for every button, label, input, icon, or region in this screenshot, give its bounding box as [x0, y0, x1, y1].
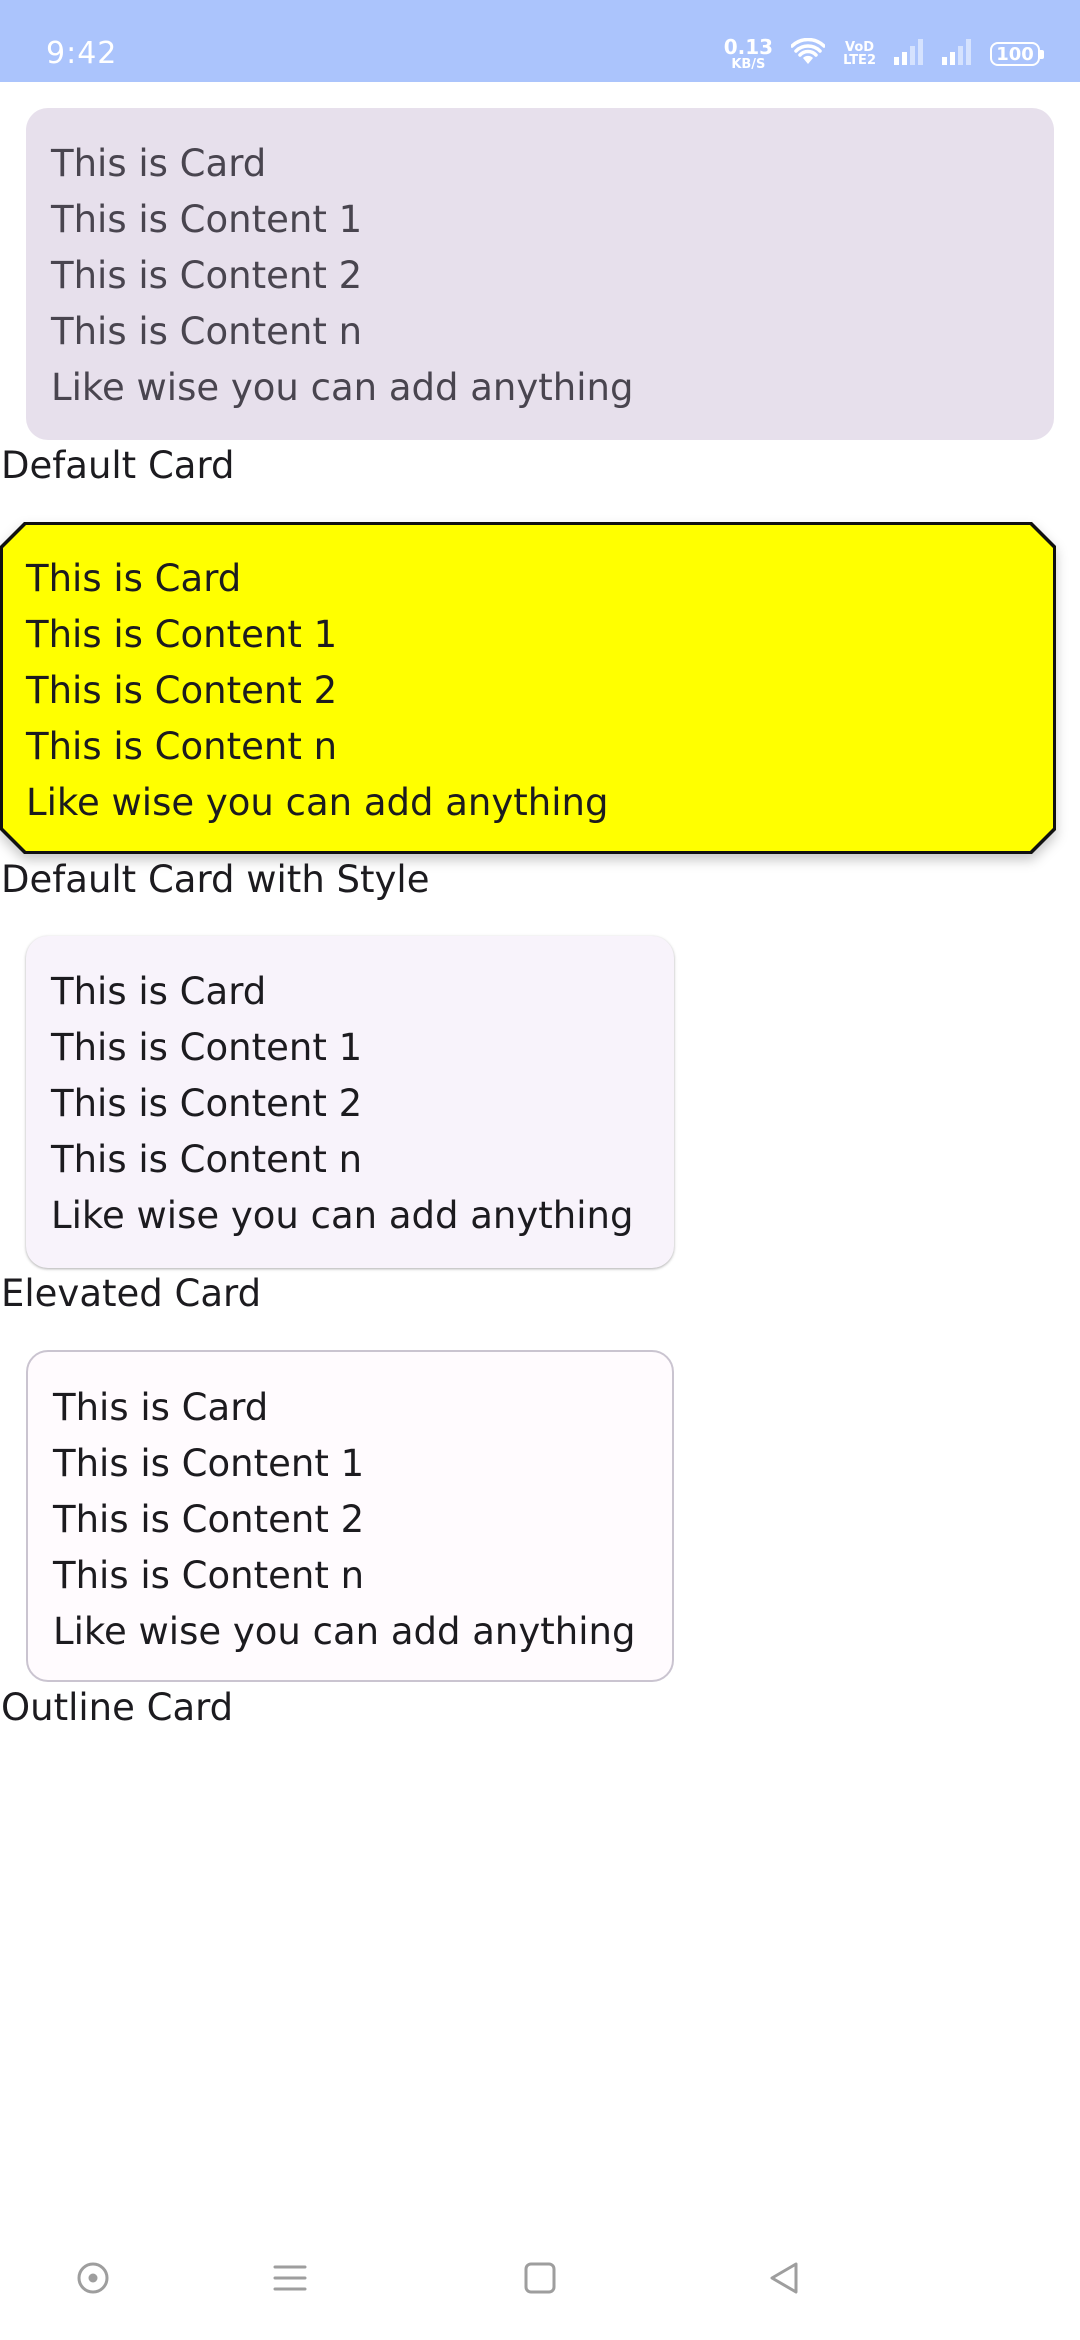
card-line: This is Content n [53, 1554, 365, 1597]
card-line: This is Content n [51, 1138, 363, 1181]
battery-icon: 100 [990, 42, 1044, 66]
card-line: This is Content 1 [51, 198, 363, 241]
card-line: This is Card [26, 557, 242, 600]
signal-icon-sim2 [942, 39, 972, 69]
back-icon[interactable] [766, 2260, 802, 2300]
elevated-card-caption: Elevated Card [1, 1272, 262, 1315]
network-speed-value: 0.13 [723, 35, 774, 59]
volte-icon: VoD LTE2 [843, 41, 876, 67]
volte-bottom-label: LTE2 [843, 53, 876, 68]
card-line: This is Content 2 [51, 1082, 363, 1125]
card-line: This is Content 2 [53, 1498, 365, 1541]
card-line: This is Content 2 [51, 254, 363, 297]
card-line: This is Content 1 [26, 613, 338, 656]
card-line: This is Card [53, 1386, 269, 1429]
wifi-icon [790, 37, 826, 70]
card-line: Like wise you can add anything [53, 1610, 636, 1653]
default-card: This is Card This is Content 1 This is C… [26, 108, 1054, 440]
default-card-caption: Default Card [1, 444, 235, 487]
card-line: Like wise you can add anything [51, 1194, 634, 1237]
styled-card-caption: Default Card with Style [1, 858, 430, 901]
screen: 9:42 0.13 KB/S VoD LTE2 100 This is Card… [0, 0, 1080, 2340]
card-line: Like wise you can add anything [26, 781, 609, 824]
assistant-icon[interactable] [75, 2260, 111, 2300]
styled-card: This is Card This is Content 1 This is C… [0, 522, 1056, 854]
card-line: This is Content 1 [51, 1026, 363, 1069]
menu-icon[interactable] [272, 2260, 308, 2300]
signal-icon-sim1 [894, 39, 924, 69]
battery-level: 100 [996, 43, 1034, 65]
network-speed-unit: KB/S [731, 57, 766, 72]
styled-card-body: This is Card This is Content 1 This is C… [3, 525, 1053, 851]
network-speed: 0.13 KB/S [724, 37, 773, 71]
card-line: This is Content n [26, 725, 338, 768]
home-icon[interactable] [522, 2260, 558, 2300]
status-time: 9:42 [46, 36, 118, 71]
outlined-card-caption: Outline Card [1, 1686, 234, 1729]
card-line: This is Card [51, 142, 267, 185]
card-line: This is Content 2 [26, 669, 338, 712]
card-line: This is Content 1 [53, 1442, 365, 1485]
card-line: Like wise you can add anything [51, 366, 634, 409]
outlined-card: This is Card This is Content 1 This is C… [26, 1350, 674, 1682]
card-line: This is Card [51, 970, 267, 1013]
card-line: This is Content n [51, 310, 363, 353]
status-icons: 0.13 KB/S VoD LTE2 100 [724, 34, 1044, 74]
elevated-card: This is Card This is Content 1 This is C… [26, 936, 674, 1268]
status-bar: 9:42 0.13 KB/S VoD LTE2 100 [0, 0, 1080, 82]
